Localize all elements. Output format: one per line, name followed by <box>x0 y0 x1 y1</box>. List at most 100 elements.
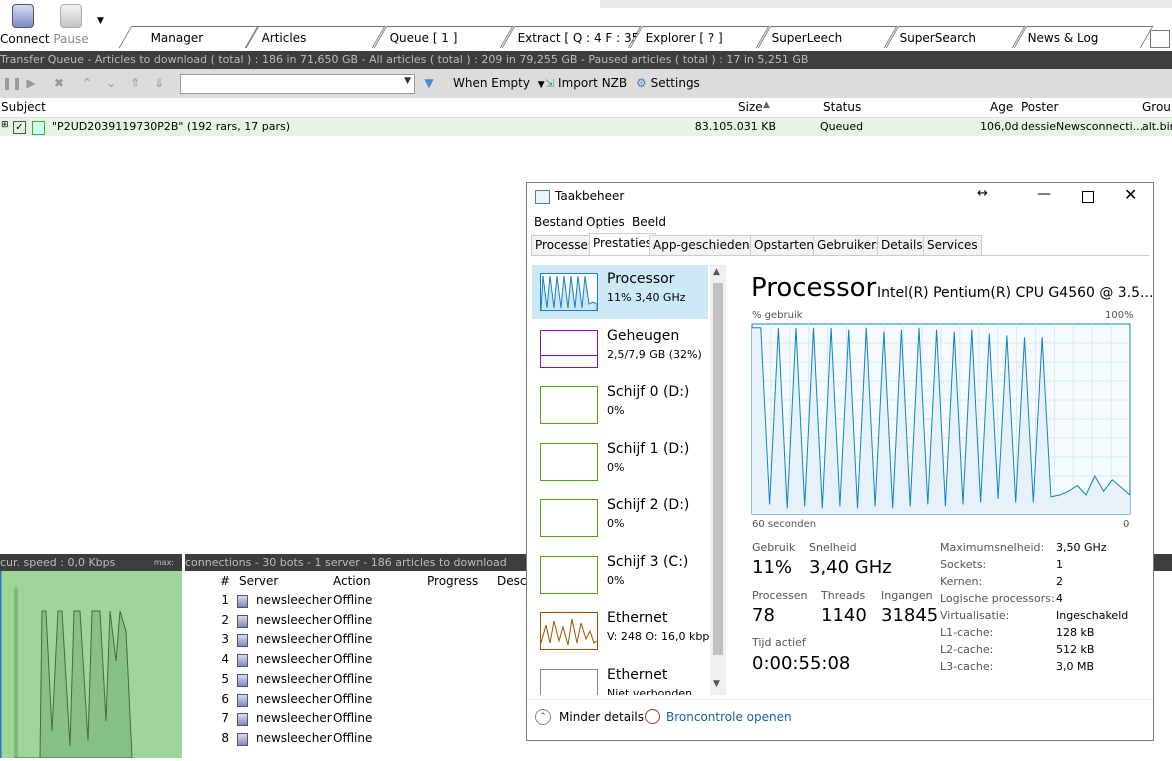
filter-combobox[interactable]: ▼ <box>180 74 415 94</box>
col-subject[interactable]: Subject <box>1 100 46 114</box>
row-age: 106,0d <box>980 120 1019 133</box>
menu-opties[interactable]: Opties <box>586 215 625 229</box>
spec-key: Sockets: <box>940 558 987 571</box>
tab-services[interactable]: Services <box>923 235 982 255</box>
speed-graph <box>0 571 182 759</box>
resource-item[interactable]: Schijf 0 (D:) 0% <box>532 378 708 432</box>
col-group[interactable]: Group <box>1142 100 1172 114</box>
when-empty-dropdown[interactable]: When Empty ▼ <box>453 76 545 90</box>
gebruik-value: 11% <box>752 557 793 578</box>
server-icon <box>237 654 248 668</box>
tab-details[interactable]: Details <box>877 235 927 255</box>
table-row[interactable]: 7 newsleecher Offline <box>185 709 530 728</box>
row-server: newsleecher <box>256 691 332 706</box>
spec-value: 1 <box>1056 558 1063 571</box>
chevron-up-icon[interactable]: ⌃ <box>535 709 551 725</box>
col-progress[interactable]: Progress <box>427 574 478 588</box>
row-action: Offline <box>333 711 373 726</box>
resource-thumbnail <box>540 442 598 481</box>
tab-articles[interactable]: Articles <box>245 26 386 48</box>
title-bar[interactable]: Taakbeheer ↔ — ✕ <box>527 183 1153 211</box>
col-server[interactable]: Server <box>239 574 278 588</box>
minimize-button[interactable]: — <box>1037 186 1051 202</box>
tab-queue[interactable]: Queue [ 1 ] <box>373 26 514 48</box>
resource-item[interactable]: Geheugen 2,5/7,9 GB (32%) <box>532 322 708 376</box>
spec-value: 128 kB <box>1056 626 1095 639</box>
play-icon[interactable]: ▶ <box>24 76 38 90</box>
resource-scrollbar[interactable]: ▲ ▼ <box>710 265 726 695</box>
resource-item[interactable]: Processor 11% 3,40 GHz <box>532 265 708 319</box>
table-row[interactable]: 4 newsleecher Offline <box>185 650 530 669</box>
move-top-icon[interactable]: ⇑ <box>128 76 142 90</box>
settings-button[interactable]: ⚙ Settings <box>636 76 700 90</box>
table-row[interactable]: 2 newsleecher Offline <box>185 611 530 630</box>
expand-icon[interactable]: ⊞ <box>1 120 9 130</box>
resource-item[interactable]: Schijf 3 (C:) 0% <box>532 548 708 602</box>
pause-icon[interactable]: ❚❚ <box>2 76 22 90</box>
resource-item[interactable]: Ethernet Niet verbonden <box>532 661 708 695</box>
row-checkbox[interactable]: ✓ <box>13 121 26 134</box>
less-details-link[interactable]: Minder details <box>559 710 644 724</box>
table-row[interactable]: ⊞ ✓ "P2UD2039119730P2B" (192 rars, 17 pa… <box>0 118 1172 136</box>
resource-item[interactable]: Ethernet V: 248 O: 16,0 kbps <box>532 604 715 658</box>
col-size[interactable]: Size <box>738 100 763 114</box>
col-status[interactable]: Status <box>823 100 861 114</box>
tab-overflow-icon[interactable] <box>1150 30 1170 48</box>
spec-value: 4 <box>1056 592 1063 605</box>
import-label: Import NZB <box>558 76 628 90</box>
tab-gebruikers[interactable]: Gebruikers <box>813 235 887 255</box>
resource-name: Schijf 2 (D:) <box>607 497 690 513</box>
delete-icon[interactable]: ✖ <box>52 76 66 90</box>
move-up-icon[interactable]: ⌃ <box>80 76 94 90</box>
connections-table: # Server Action Progress Descr 1 newsleec… <box>185 571 531 758</box>
tab-supersearch[interactable]: SuperSearch <box>885 26 1026 48</box>
row-server: newsleecher <box>256 632 332 647</box>
filter-icon[interactable]: ▼ <box>422 76 436 90</box>
close-button[interactable]: ✕ <box>1124 185 1137 204</box>
row-status: Queued <box>820 120 864 133</box>
maximize-button[interactable] <box>1082 191 1094 203</box>
scroll-up-icon[interactable]: ▲ <box>713 267 720 277</box>
tab-app-geschiedenis[interactable]: App-geschiedenis <box>649 235 764 255</box>
resource-monitor-link[interactable]: Broncontrole openen <box>666 710 792 724</box>
ingangen-label: Ingangen <box>881 589 933 602</box>
scrollbar-thumb[interactable] <box>713 283 723 655</box>
table-row[interactable]: 3 newsleecher Offline <box>185 630 530 649</box>
tab-manager[interactable]: Manager <box>118 26 259 48</box>
menu-beeld[interactable]: Beeld <box>632 215 666 229</box>
resource-value: 0% <box>607 404 625 417</box>
row-number: 5 <box>221 671 229 686</box>
scroll-down-icon[interactable]: ▼ <box>713 679 720 689</box>
tab-superleech[interactable]: SuperLeech <box>757 26 898 48</box>
row-server: newsleecher <box>256 612 332 627</box>
menu-bestand[interactable]: Bestand <box>534 215 583 229</box>
tab-prestaties[interactable]: Prestaties <box>589 233 657 255</box>
resource-item[interactable]: Schijf 1 (D:) 0% <box>532 435 708 489</box>
tab-news-log[interactable]: News & Log <box>1013 26 1154 48</box>
spec-key: Virtualisatie: <box>940 609 1010 622</box>
import-nzb-button[interactable]: ⇲ Import NZB <box>545 76 627 90</box>
processen-label: Processen <box>752 589 808 602</box>
pause-label: Pause <box>53 32 89 46</box>
move-bottom-icon[interactable]: ⇓ <box>152 76 166 90</box>
tab-opstarten[interactable]: Opstarten <box>750 235 818 255</box>
table-row[interactable]: 1 newsleecher Offline <box>185 591 530 610</box>
col-action[interactable]: Action <box>333 574 371 588</box>
spec-value: Ingeschakeld <box>1056 609 1129 622</box>
chevron-down-icon[interactable]: ▼ <box>97 16 104 26</box>
resource-item[interactable]: Schijf 2 (D:) 0% <box>532 491 708 545</box>
tijd-actief-value: 0:00:55:08 <box>752 653 851 674</box>
pause-button[interactable]: Pause <box>48 4 94 48</box>
resource-thumbnail <box>540 555 598 594</box>
connect-button[interactable]: Connect <box>0 4 50 48</box>
table-row[interactable]: 8 newsleecher Offline <box>185 729 530 748</box>
col-poster[interactable]: Poster <box>1021 100 1058 114</box>
tab-explorer[interactable]: Explorer [ ? ] <box>629 26 770 48</box>
table-row[interactable]: 5 newsleecher Offline <box>185 670 530 689</box>
table-row[interactable]: 6 newsleecher Offline <box>185 690 530 709</box>
tab-extract[interactable]: Extract [ Q : 4 F : 35 ] <box>501 26 648 48</box>
tab-label: Explorer [ ? ] <box>645 31 723 45</box>
col-age[interactable]: Age <box>990 100 1013 114</box>
row-server: newsleecher <box>256 652 332 667</box>
move-down-icon[interactable]: ⌄ <box>104 76 118 90</box>
